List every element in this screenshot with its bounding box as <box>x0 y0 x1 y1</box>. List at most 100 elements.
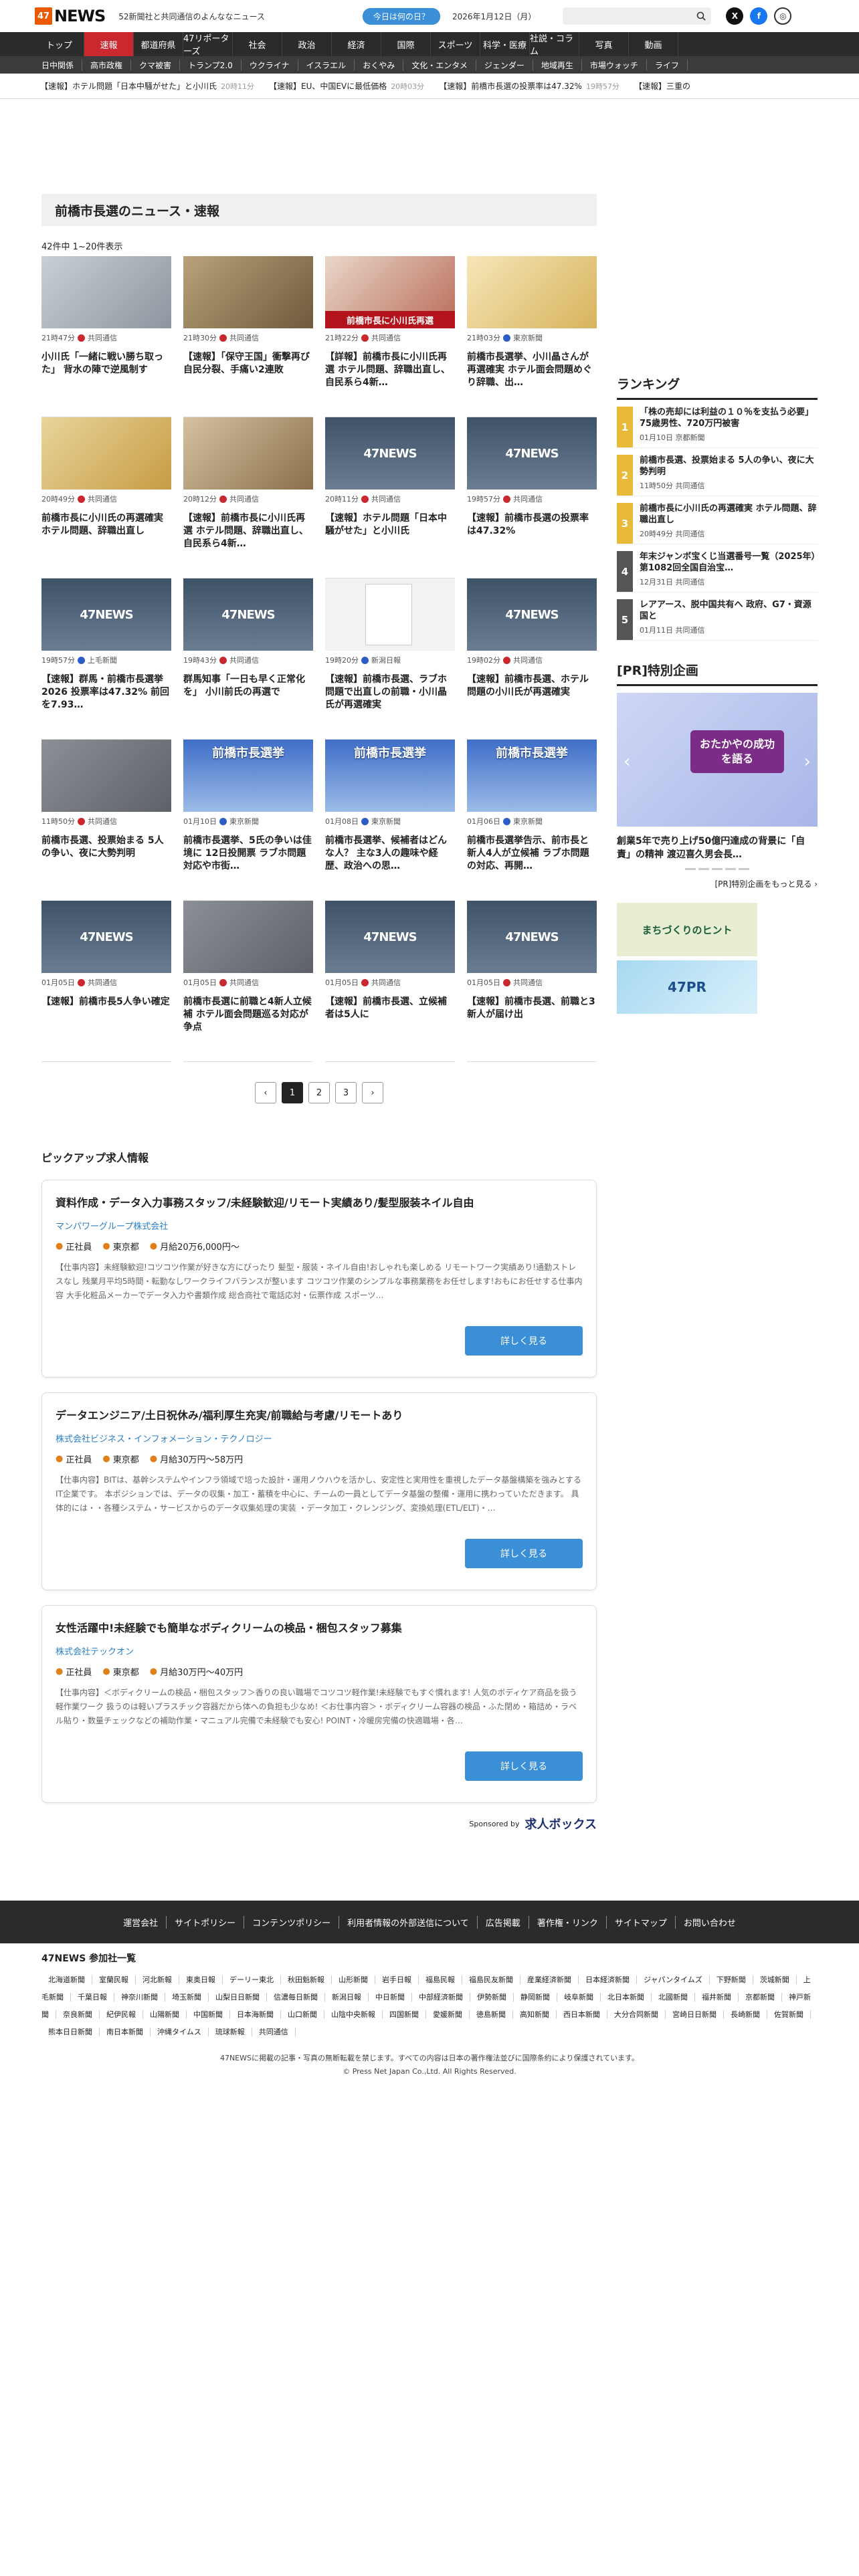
article-title[interactable]: 【速報】前橋市長選、ラブホ問題で出直しの前職・小川晶氏が再選確実 <box>325 673 455 714</box>
article-title[interactable]: 【速報】ホテル問題「日本中騒がせた」と小川氏 <box>325 512 455 552</box>
pr-caption[interactable]: 創業5年で売り上げ50億円達成の背景に「自責」の精神 渡辺喜久男会長… <box>617 835 818 861</box>
nav-item[interactable]: 科学・医療 <box>480 32 530 56</box>
paper-link[interactable]: 琉球新報 <box>208 2028 252 2036</box>
article-thumbnail[interactable] <box>41 417 171 490</box>
paper-link[interactable]: 南日本新聞 <box>100 2028 151 2036</box>
ranking-item[interactable]: 3 前橋市長に小川氏の再選確実 ホテル問題、辞職出直し 20時49分 共同通信 <box>617 503 818 544</box>
job-detail-button[interactable]: 詳しく見る <box>465 1326 583 1356</box>
article-card[interactable]: 47NEWS 19時57分 共同通信 【速報】前橋市長選の投票率は47.32% <box>467 417 597 578</box>
paper-link[interactable]: 京都新聞 <box>739 1993 782 2002</box>
nav-item[interactable]: 速報 <box>84 32 134 56</box>
article-thumbnail[interactable]: 前橋市長に小川氏再選 <box>325 256 455 328</box>
article-title[interactable]: 【速報】前橋市長に小川氏再選 ホテル問題、辞職出直し、自民系ら4新… <box>183 512 313 552</box>
article-title[interactable]: 群馬知事「一日も早く正常化を」 小川前氏の再選で <box>183 673 313 714</box>
prev-page-button[interactable]: ‹ <box>255 1082 276 1103</box>
article-thumbnail[interactable] <box>467 256 597 328</box>
footer-link[interactable]: サイトポリシー <box>167 1915 245 1929</box>
article-title[interactable]: 前橋市長選挙、小川晶さんが再選確実 ホテル面会問題めぐり辞職、出… <box>467 351 597 391</box>
subnav-item[interactable]: 文化・エンタメ <box>403 59 476 71</box>
nav-item[interactable]: 47リポーターズ <box>183 32 233 57</box>
paper-link[interactable]: 室蘭民報 <box>92 1975 136 1984</box>
page-button[interactable]: 2 <box>308 1082 330 1103</box>
paper-link[interactable]: 下野新聞 <box>709 1975 753 1984</box>
footer-link[interactable]: コンテンツポリシー <box>244 1915 340 1929</box>
paper-link[interactable]: 秋田魁新報 <box>281 1975 332 1984</box>
ticker-item[interactable]: 【速報】EU、中国EVに最低価格 20時03分 <box>269 80 424 92</box>
article-card[interactable]: 47NEWS 01月05日 共同通信 【速報】前橋市長5人争い確定 <box>41 901 171 1062</box>
paper-link[interactable]: 新潟日報 <box>325 1993 369 2002</box>
article-card[interactable]: 47NEWS 01月05日 共同通信 【速報】前橋市長選、前職と3新人が届け出 <box>467 901 597 1062</box>
paper-link[interactable]: 日本経済新聞 <box>579 1975 637 1984</box>
paper-link[interactable]: 山梨日日新聞 <box>209 1993 267 2002</box>
paper-link[interactable]: 伊勢新聞 <box>470 1993 514 2002</box>
ticker-item[interactable]: 【速報】ホテル問題「日本中騒がせた」と小川氏 20時11分 <box>40 80 254 92</box>
subnav-item[interactable]: ウクライナ <box>242 59 298 71</box>
subnav-item[interactable]: ライフ <box>647 59 688 71</box>
article-card[interactable]: 前橋市長に小川氏再選 21時22分 共同通信 【詳報】前橋市長に小川氏再選 ホテル問題… <box>325 256 455 417</box>
next-page-button[interactable]: › <box>362 1082 383 1103</box>
machizukuri-banner[interactable]: まちづくりのヒント <box>617 903 757 956</box>
job-card[interactable]: 女性活躍中!未経験でも簡単なボディクリームの検品・梱包スタッフ募集 株式会社テック… <box>41 1605 597 1803</box>
paper-link[interactable]: 福井新聞 <box>695 1993 739 2002</box>
paper-link[interactable]: 長崎新聞 <box>724 2010 767 2019</box>
nav-item[interactable]: 社説・コラム <box>530 32 579 57</box>
paper-link[interactable]: 中部経済新聞 <box>412 1993 470 2002</box>
pr-more-link[interactable]: [PR]特別企画をもっと見る › <box>617 878 818 889</box>
paper-link[interactable]: 沖縄タイムス <box>151 2028 209 2036</box>
job-detail-button[interactable]: 詳しく見る <box>465 1539 583 1568</box>
footer-link[interactable]: 運営会社 <box>115 1915 167 1929</box>
article-card[interactable]: 47NEWS 19時43分 共同通信 群馬知事「一日も早く正常化を」 小川前氏の再選で <box>183 578 313 740</box>
paper-link[interactable]: 北國新聞 <box>652 1993 695 2002</box>
subnav-item[interactable]: おくやみ <box>355 59 404 71</box>
article-title[interactable]: 【速報】群馬・前橋市長選挙2026 投票率は47.32% 前回を7.93… <box>41 673 171 714</box>
ticker-item[interactable]: 【速報】前橋市長選の投票率は47.32% 19時57分 <box>439 80 619 92</box>
article-card[interactable]: 47NEWS 19時57分 上毛新聞 【速報】群馬・前橋市長選挙2026 投票率は47… <box>41 578 171 740</box>
carousel-dots[interactable] <box>617 868 818 870</box>
paper-link[interactable]: 静岡新聞 <box>514 1993 557 2002</box>
article-title[interactable]: 【速報】「保守王国」衝撃再び 自民分裂、手痛い2連敗 <box>183 351 313 391</box>
paper-link[interactable]: 信濃毎日新聞 <box>267 1993 325 2002</box>
ranking-item[interactable]: 2 前橋市長選、投票始まる 5人の争い、夜に大勢判明 11時50分 共同通信 <box>617 455 818 496</box>
footer-link[interactable]: お問い合わせ <box>676 1916 744 1929</box>
nav-item[interactable]: 経済 <box>332 32 381 56</box>
article-title[interactable]: 前橋市長選挙、5氏の争いは佳境に 12日投開票 ラブホ問題対応や市街… <box>183 835 313 875</box>
paper-link[interactable]: 茨城新聞 <box>753 1975 797 1984</box>
paper-link[interactable]: デーリー東北 <box>223 1975 281 1984</box>
search-input[interactable] <box>563 7 712 25</box>
paper-link[interactable]: 共同通信 <box>252 2028 296 2036</box>
paper-link[interactable]: 中国新聞 <box>187 2010 230 2019</box>
facebook-icon[interactable]: f <box>750 7 768 25</box>
paper-link[interactable]: 四国新聞 <box>383 2010 426 2019</box>
article-card[interactable]: 前橋市長選挙 01月06日 東京新聞 前橋市長選挙告示、前市長と新人4人が立候補 ラブ… <box>467 740 597 901</box>
article-card[interactable]: 前橋市長選挙 01月10日 東京新聞 前橋市長選挙、5氏の争いは佳境に 12日投開票 … <box>183 740 313 901</box>
footer-link[interactable]: 利用者情報の外部送信について <box>339 1915 478 1929</box>
paper-link[interactable]: 大分合同新聞 <box>607 2010 666 2019</box>
article-title[interactable]: 前橋市長選、投票始まる 5人の争い、夜に大勢判明 <box>41 835 171 875</box>
paper-link[interactable]: 山陰中央新報 <box>324 2010 383 2019</box>
article-card[interactable]: 11時50分 共同通信 前橋市長選、投票始まる 5人の争い、夜に大勢判明 <box>41 740 171 901</box>
subnav-item[interactable]: 日中関係 <box>35 59 83 71</box>
article-card[interactable]: 47NEWS 20時11分 共同通信 【速報】ホテル問題「日本中騒がせた」と小川氏 <box>325 417 455 578</box>
ranking-title[interactable]: レアアース、脱中国共有へ 政府、G7・資源国と <box>640 599 818 622</box>
nav-item[interactable]: 都道府県 <box>134 32 183 56</box>
47pr-banner[interactable]: 47PR <box>617 960 757 1014</box>
article-thumbnail[interactable]: 前橋市長選挙 <box>467 740 597 812</box>
nav-item[interactable]: 動画 <box>629 32 678 56</box>
paper-link[interactable]: 岐阜新聞 <box>557 1993 601 2002</box>
ranking-title[interactable]: 前橋市長に小川氏の再選確実 ホテル問題、辞職出直し <box>640 503 818 526</box>
subnav-item[interactable]: 高市政権 <box>82 59 132 71</box>
paper-link[interactable]: 山口新聞 <box>281 2010 324 2019</box>
article-thumbnail[interactable]: 47NEWS <box>41 578 171 651</box>
paper-link[interactable]: 日本海新聞 <box>230 2010 281 2019</box>
article-thumbnail[interactable]: 47NEWS <box>41 901 171 973</box>
article-thumbnail[interactable]: 47NEWS <box>183 578 313 651</box>
article-card[interactable]: 21時47分 共同通信 小川氏「一緒に戦い勝ち取った」 背水の陣で逆風制す <box>41 256 171 417</box>
article-card[interactable]: 19時20分 新潟日報 【速報】前橋市長選、ラブホ問題で出直しの前職・小川晶氏が再選… <box>325 578 455 740</box>
paper-link[interactable]: 中日新聞 <box>369 1993 412 2002</box>
job-title[interactable]: データエンジニア/土日祝休み/福利厚生充実/前職給与考慮/リモートあり <box>56 1406 583 1422</box>
article-thumbnail[interactable]: 47NEWS <box>467 901 597 973</box>
subnav-item[interactable]: トランプ2.0 <box>180 59 242 71</box>
x-icon[interactable]: X <box>726 7 744 25</box>
page-button[interactable]: 1 <box>282 1082 303 1103</box>
paper-link[interactable]: 熊本日日新聞 <box>41 2028 100 2036</box>
